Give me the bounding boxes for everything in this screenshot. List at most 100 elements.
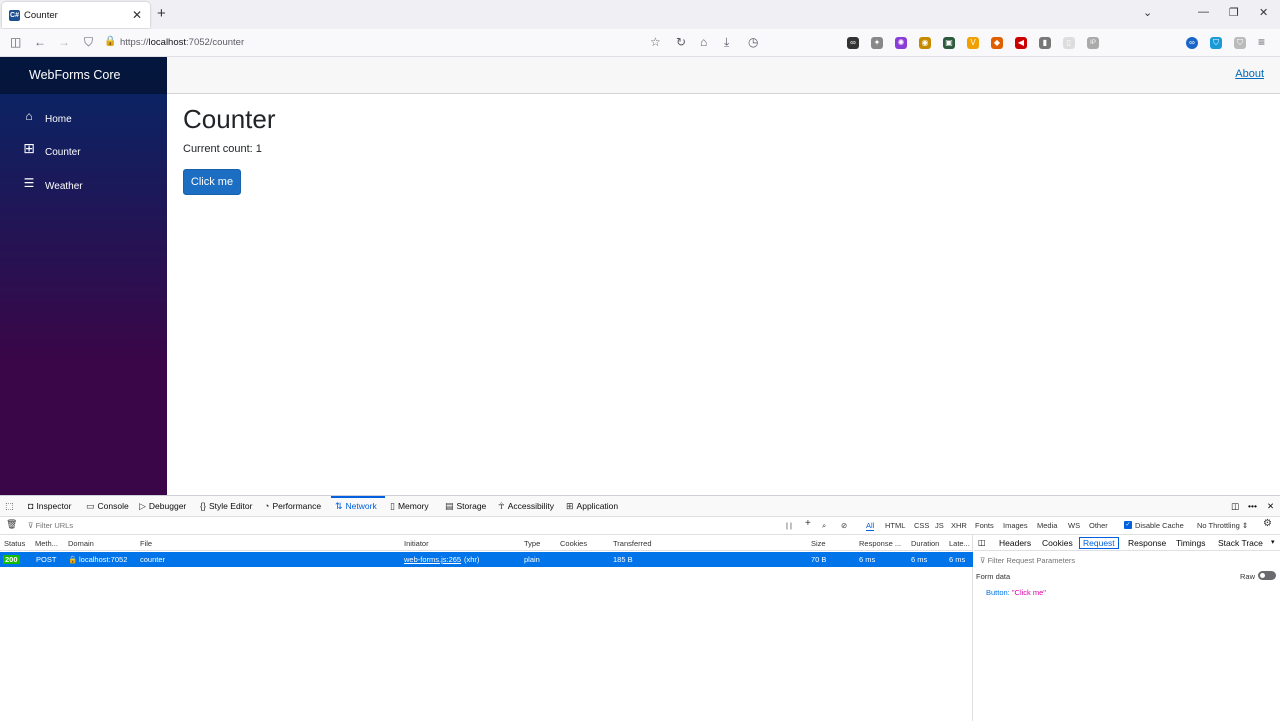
block-icon[interactable]: ⊘ <box>841 521 847 530</box>
extension-puzzle-icon[interactable]: ✦ <box>871 37 883 49</box>
list-all-tabs-icon[interactable]: ⌄ <box>1143 6 1152 19</box>
col-domain[interactable]: Domain <box>68 539 94 548</box>
nav-item-counter[interactable]: ⊞ Counter <box>0 140 167 166</box>
nav-item-home[interactable]: ⌂ Home <box>0 107 167 133</box>
filter-fonts[interactable]: Fonts <box>975 521 994 530</box>
filter-other[interactable]: Other <box>1089 521 1108 530</box>
filter-request-params-input[interactable]: ⊽ Filter Request Parameters <box>980 556 1075 565</box>
filter-xhr[interactable]: XHR <box>951 521 967 530</box>
browser-tab-counter[interactable]: C# Counter ✕ <box>2 2 150 28</box>
minimize-icon[interactable]: — <box>1198 6 1209 18</box>
col-method[interactable]: Meth... <box>35 539 58 548</box>
reload-icon[interactable]: ↻ <box>676 35 686 49</box>
clear-trash-icon[interactable]: 🗑 <box>6 519 17 530</box>
initiator-link[interactable]: web-forms.js:265 <box>404 555 461 564</box>
filter-html[interactable]: HTML <box>885 521 905 530</box>
col-duration[interactable]: Duration <box>911 539 939 548</box>
extension-grey-icon[interactable]: ▮ <box>1039 37 1051 49</box>
extension-blue-icon[interactable]: ∞ <box>1186 37 1198 49</box>
shield-icon[interactable]: ⛉ <box>84 35 93 49</box>
extension-owl-icon[interactable]: ◉ <box>919 37 931 49</box>
extension-box-icon[interactable]: ▣ <box>943 37 955 49</box>
extension-v-icon[interactable]: V <box>967 37 979 49</box>
more-options-icon[interactable]: ••• <box>1248 501 1257 511</box>
filter-media[interactable]: Media <box>1037 521 1057 530</box>
col-response[interactable]: Response ... <box>859 539 901 548</box>
request-latency: 6 ms <box>949 555 966 564</box>
disable-cache-checkbox[interactable]: ✓ <box>1124 521 1132 529</box>
extension-infinity-icon[interactable]: ∞ <box>847 37 859 49</box>
filter-urls-input[interactable]: ⊽ Filter URLs <box>28 521 73 530</box>
extension-shield-icon[interactable]: ⛉ <box>1210 37 1222 49</box>
add-icon[interactable]: + <box>805 518 811 529</box>
form-data-label[interactable]: Form data <box>976 572 1010 581</box>
filter-css[interactable]: CSS <box>914 521 929 530</box>
devtools-tab-console[interactable]: ▭ Console <box>86 501 129 512</box>
brand-title[interactable]: WebForms Core <box>0 57 167 94</box>
form-field-key: Button: <box>986 588 1010 597</box>
window-close-icon[interactable]: ✕ <box>1259 6 1268 19</box>
filter-all[interactable]: All <box>866 521 875 531</box>
url-bar[interactable]: https://localhost:7052/counter <box>120 37 244 48</box>
extension-blank-icon[interactable]: ▯ <box>1063 37 1075 49</box>
devtools-tab-inspector[interactable]: ◘ Inspector <box>28 501 71 511</box>
sidebar-toggle-icon[interactable]: ◫ <box>10 35 21 49</box>
devtools-tab-debugger[interactable]: ▷ Debugger <box>139 501 186 512</box>
about-link[interactable]: About <box>1235 68 1264 80</box>
downloads-icon[interactable]: ⤓ <box>724 35 729 49</box>
bookmark-star-icon[interactable]: ☆ <box>650 35 661 49</box>
home-button-icon[interactable]: ⌂ <box>700 35 707 49</box>
click-me-button[interactable]: Click me <box>183 169 241 195</box>
devtools-tab-memory[interactable]: ▯ Memory <box>390 501 429 512</box>
restore-icon[interactable]: ❐ <box>1229 6 1239 19</box>
devtools-tab-accessibility[interactable]: ☥ Accessibility <box>498 501 554 512</box>
request-list: Status Meth... Domain File Initiator Typ… <box>0 535 973 721</box>
col-size[interactable]: Size <box>811 539 826 548</box>
extension-gear-icon[interactable]: ✺ <box>895 37 907 49</box>
tab-stack-trace[interactable]: Stack Trace <box>1218 538 1263 548</box>
extension-shield-grey-icon[interactable]: ⛉ <box>1234 37 1246 49</box>
lock-icon[interactable]: 🔒 <box>104 35 116 49</box>
dock-icon[interactable]: ◫ <box>1231 501 1239 512</box>
toggle-sidebar-icon[interactable]: ◫ <box>978 538 986 547</box>
extension-megaphone-icon[interactable]: ◀ <box>1015 37 1027 49</box>
raw-toggle[interactable] <box>1258 571 1276 580</box>
element-picker-icon[interactable]: ⬚ <box>5 501 17 512</box>
throttling-select[interactable]: No Throttling ⇕ <box>1197 521 1248 530</box>
new-tab-button[interactable]: + <box>157 5 166 22</box>
chevron-down-icon[interactable]: ▾ <box>1271 538 1275 546</box>
col-latency[interactable]: Late... <box>949 539 970 548</box>
tab-request[interactable]: Request <box>1079 537 1119 549</box>
menu-icon[interactable]: ≡ <box>1258 35 1265 49</box>
devtools-tab-network[interactable]: ⇅ Network <box>335 501 377 512</box>
col-initiator[interactable]: Initiator <box>404 539 429 548</box>
tab-headers[interactable]: Headers <box>999 538 1031 548</box>
col-file[interactable]: File <box>140 539 152 548</box>
history-icon[interactable]: ◷ <box>748 35 758 49</box>
tab-timings[interactable]: Timings <box>1176 538 1205 548</box>
filter-images[interactable]: Images <box>1003 521 1028 530</box>
network-settings-gear-icon[interactable]: ⚙ <box>1263 518 1272 529</box>
devtools-tab-storage[interactable]: ▤ Storage <box>445 501 486 512</box>
devtools-tab-application[interactable]: ⊞ Application <box>566 501 618 512</box>
search-icon[interactable]: ⌕ <box>822 521 826 531</box>
devtools-tab-performance[interactable]: ◔ Performance <box>264 501 321 511</box>
tab-cookies[interactable]: Cookies <box>1042 538 1073 548</box>
pause-icon[interactable]: | | <box>786 521 792 530</box>
devtools-close-icon[interactable]: ✕ <box>1267 501 1274 512</box>
devtools-tab-style-editor[interactable]: {} Style Editor <box>200 501 252 511</box>
back-icon[interactable]: ← <box>34 35 46 49</box>
nav-item-weather[interactable]: ☰ Weather <box>0 174 167 200</box>
extension-ip-icon[interactable]: IP <box>1087 37 1099 49</box>
col-type[interactable]: Type <box>524 539 540 548</box>
filter-ws[interactable]: WS <box>1068 521 1080 530</box>
filter-js[interactable]: JS <box>935 521 944 530</box>
tab-close-icon[interactable]: ✕ <box>132 8 142 22</box>
col-status[interactable]: Status <box>4 539 25 548</box>
table-row[interactable]: 200 POST 🔒 localhost:7052 counter web-fo… <box>0 552 973 567</box>
tab-response[interactable]: Response <box>1128 538 1166 548</box>
col-transferred[interactable]: Transferred <box>613 539 652 548</box>
forward-icon[interactable]: → <box>58 35 70 49</box>
col-cookies[interactable]: Cookies <box>560 539 587 548</box>
extension-fox-icon[interactable]: ◆ <box>991 37 1003 49</box>
